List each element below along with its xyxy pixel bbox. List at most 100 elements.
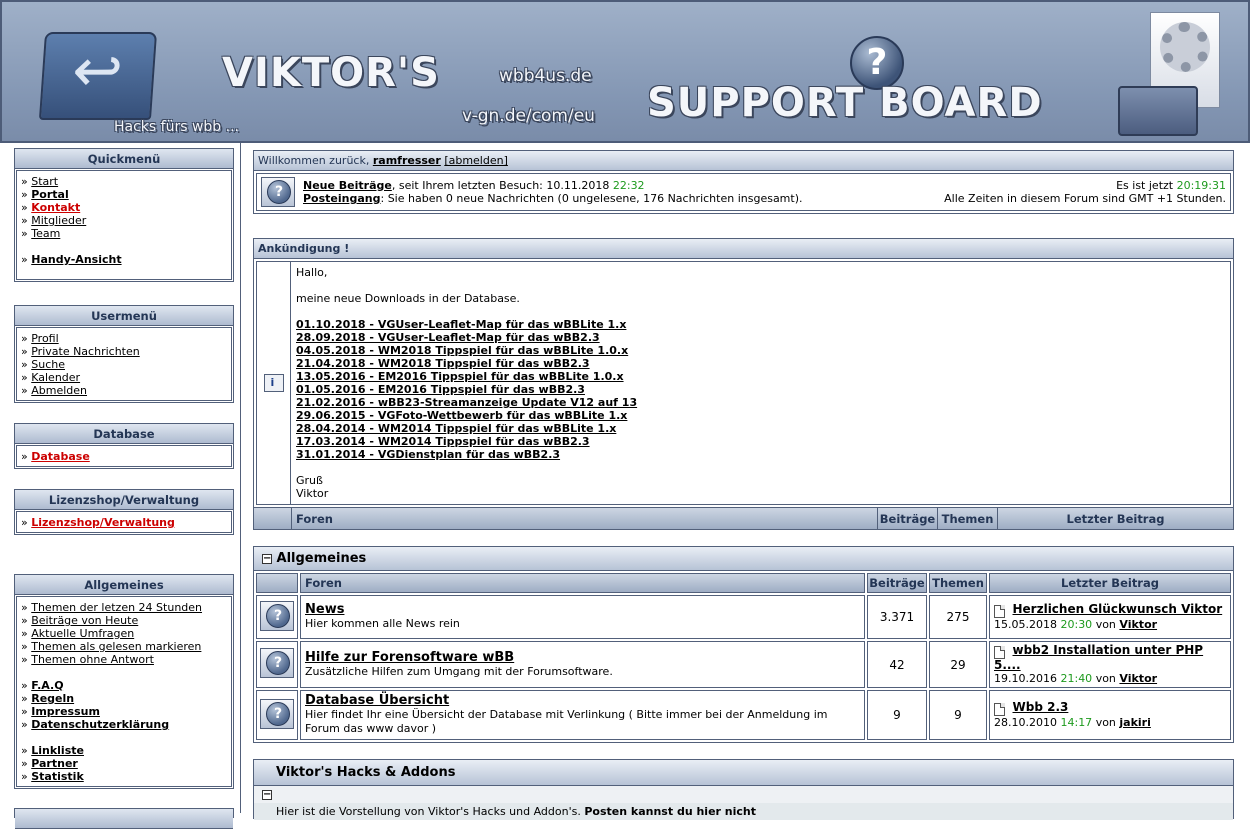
last-post-user[interactable]: Viktor bbox=[1119, 672, 1157, 685]
link-faq[interactable]: F.A.Q bbox=[31, 679, 63, 692]
toolbox-icon bbox=[1112, 12, 1232, 137]
database-link[interactable]: Database bbox=[31, 450, 90, 463]
main-content: Willkommen zurück, ramfresser [abmelden]… bbox=[240, 143, 1250, 820]
logo-support-board: SUPPORT BOARD bbox=[647, 80, 1043, 126]
username-link[interactable]: ramfresser bbox=[373, 154, 441, 167]
collapse-icon[interactable]: − bbox=[262, 790, 272, 800]
announcement-greeting: Gruß bbox=[296, 474, 323, 487]
quickmenu-handy-ansicht[interactable]: Handy-Ansicht bbox=[31, 253, 121, 266]
category-allgemeines: − Allgemeines Foren Beiträge Themen Letz… bbox=[253, 546, 1234, 743]
welcome-panel: Willkommen zurück, ramfresser [abmelden]… bbox=[253, 150, 1234, 214]
lizenzshop-box: Lizenzshop/Verwaltung » Lizenzshop/Verwa… bbox=[14, 489, 234, 535]
database-box: Database » Database bbox=[14, 423, 234, 469]
welcome-prefix: Willkommen zurück, bbox=[258, 154, 370, 167]
inbox-link[interactable]: Posteingang bbox=[303, 192, 381, 205]
last-post-link[interactable]: Herzlichen Glückwunsch Viktor bbox=[1013, 602, 1223, 616]
forum-database-link[interactable]: Database Übersicht bbox=[305, 694, 860, 708]
forum-desc: Hier findet Ihr eine Übersicht der Datab… bbox=[305, 708, 828, 735]
current-time-label: Es ist jetzt bbox=[1116, 179, 1174, 192]
link-impressum[interactable]: Impressum bbox=[31, 705, 100, 718]
link-aktuelle-umfragen[interactable]: Aktuelle Umfragen bbox=[31, 627, 134, 640]
inbox-text: : Sie haben 0 neue Nachrichten (0 ungele… bbox=[380, 192, 803, 205]
status-icon bbox=[261, 177, 295, 207]
new-posts-time: 22:32 bbox=[612, 179, 645, 192]
announcement-link-2[interactable]: 28.09.2018 - VGUser-Leaflet-Map für das … bbox=[296, 331, 1225, 344]
forum-hilfe-link[interactable]: Hilfe zur Forensoftware wBB bbox=[305, 650, 860, 665]
forum-icon bbox=[260, 648, 294, 678]
quickmenu-mitglieder[interactable]: Mitglieder bbox=[31, 214, 86, 227]
last-post-icon bbox=[994, 646, 1005, 659]
announcement-col-beitraege: Beiträge bbox=[878, 508, 938, 529]
link-gelesen-markieren[interactable]: Themen als gelesen markieren bbox=[31, 640, 201, 653]
announcement-link-5[interactable]: 13.05.2016 - EM2016 Tippspiel für das wB… bbox=[296, 370, 1225, 383]
col-letzter-beitrag: Letzter Beitrag bbox=[989, 573, 1231, 593]
announcement-link-11[interactable]: 31.01.2014 - VGDienstplan für das wBB2.3 bbox=[296, 448, 1225, 461]
link-statistik[interactable]: Statistik bbox=[31, 770, 84, 783]
forum-table: Foren Beiträge Themen Letzter Beitrag Ne… bbox=[254, 571, 1233, 742]
announcement-link-10[interactable]: 17.03.2014 - WM2014 Tippspiel für das wB… bbox=[296, 435, 1225, 448]
forum-posts: 42 bbox=[867, 641, 927, 688]
last-post-date: 15.05.2018 bbox=[994, 618, 1057, 631]
category-title: Allgemeines bbox=[276, 551, 367, 566]
usermenu-suche[interactable]: Suche bbox=[31, 358, 65, 371]
quickmenu-start[interactable]: Start bbox=[31, 175, 58, 188]
category-hacks-title: Viktor's Hacks & Addons bbox=[254, 760, 1233, 786]
last-post-icon bbox=[994, 605, 1005, 618]
col-themen: Themen bbox=[929, 573, 987, 593]
link-partner[interactable]: Partner bbox=[31, 757, 78, 770]
site-header: VIKTOR'S wbb4us.de v-gn.de/com/eu Hacks … bbox=[0, 0, 1250, 143]
logo-url-2: v-gn.de/com/eu bbox=[462, 106, 595, 126]
forum-desc: Zusätzliche Hilfen zum Umgang mit der Fo… bbox=[305, 664, 613, 678]
announcement-link-1[interactable]: 01.10.2018 - VGUser-Leaflet-Map für das … bbox=[296, 318, 1225, 331]
forum-news-link[interactable]: News bbox=[305, 603, 860, 617]
last-post-icon bbox=[994, 703, 1005, 716]
table-row: Database Übersicht Hier findet Ihr eine … bbox=[256, 690, 1231, 740]
usermenu-private-nachrichten[interactable]: Private Nachrichten bbox=[31, 345, 140, 358]
link-themen-24h[interactable]: Themen der letzen 24 Stunden bbox=[31, 601, 202, 614]
last-post-user[interactable]: jakiri bbox=[1119, 716, 1150, 729]
announcement-link-7[interactable]: 21.02.2016 - wBB23-Streamanzeige Update … bbox=[296, 396, 1225, 409]
announcement-link-3[interactable]: 04.05.2018 - WM2018 Tippspiel für das wB… bbox=[296, 344, 1225, 357]
announcement-intro: meine neue Downloads in der Database. bbox=[296, 292, 520, 305]
last-post-link[interactable]: Wbb 2.3 bbox=[1013, 700, 1069, 714]
last-post-date: 28.10.2010 bbox=[994, 716, 1057, 729]
announcement-link-8[interactable]: 29.06.2015 - VGFoto-Wettbewerb für das w… bbox=[296, 409, 1225, 422]
collapse-icon[interactable]: − bbox=[262, 553, 272, 564]
logo-title: VIKTOR'S bbox=[222, 50, 440, 96]
last-post-link[interactable]: wbb2 Installation unter PHP 5.... bbox=[994, 643, 1203, 672]
quickmenu-portal[interactable]: Portal bbox=[31, 188, 69, 201]
logo-url-1: wbb4us.de bbox=[499, 66, 592, 86]
last-post-by: von bbox=[1095, 618, 1116, 631]
link-beitraege-heute[interactable]: Beiträge von Heute bbox=[31, 614, 138, 627]
announcement-link-4[interactable]: 21.04.2018 - WM2018 Tippspiel für das wB… bbox=[296, 357, 1225, 370]
new-posts-link[interactable]: Neue Beiträge bbox=[303, 179, 392, 192]
usermenu-kalender[interactable]: Kalender bbox=[31, 371, 80, 384]
last-post-time: 14:17 bbox=[1060, 716, 1093, 729]
info-icon bbox=[263, 374, 284, 392]
link-datenschutz[interactable]: Datenschutzerklärung bbox=[31, 718, 169, 731]
usermenu-abmelden[interactable]: Abmelden bbox=[31, 384, 87, 397]
announcement-panel: Ankündigung ! Hallo, meine neue Download… bbox=[253, 238, 1234, 530]
logout-link[interactable]: [abmelden] bbox=[444, 154, 508, 167]
announcement-col-foren: Foren bbox=[292, 508, 878, 529]
link-linkliste[interactable]: Linkliste bbox=[31, 744, 84, 757]
database-title: Database bbox=[15, 424, 233, 444]
lizenzshop-link[interactable]: Lizenzshop/Verwaltung bbox=[31, 516, 175, 529]
last-post-time: 21:40 bbox=[1060, 672, 1093, 685]
category-hacks-desc: Hier ist die Vorstellung von Viktor's Ha… bbox=[276, 805, 581, 818]
category-hacks-desc-bold: Posten kannst du hier nicht bbox=[584, 805, 757, 818]
quickmenu-kontakt[interactable]: Kontakt bbox=[31, 201, 80, 214]
table-row: Hilfe zur Forensoftware wBB Zusätzliche … bbox=[256, 641, 1231, 688]
announcement-link-6[interactable]: 01.05.2016 - EM2016 Tippspiel für das wB… bbox=[296, 383, 1225, 396]
link-regeln[interactable]: Regeln bbox=[31, 692, 74, 705]
announcement-link-9[interactable]: 28.04.2014 - WM2014 Tippspiel für das wB… bbox=[296, 422, 1225, 435]
quickmenu-team[interactable]: Team bbox=[31, 227, 60, 240]
announcement-hello: Hallo, bbox=[296, 266, 328, 279]
sidebar-next-box bbox=[14, 808, 234, 829]
announcement-title: Ankündigung ! bbox=[254, 239, 1233, 259]
last-post-user[interactable]: Viktor bbox=[1119, 618, 1157, 631]
usermenu-profil[interactable]: Profil bbox=[31, 332, 58, 345]
logo-subtitle: Hacks fürs wbb ... bbox=[114, 119, 239, 135]
link-ohne-antwort[interactable]: Themen ohne Antwort bbox=[31, 653, 154, 666]
welcome-bar: Willkommen zurück, ramfresser [abmelden] bbox=[254, 151, 1233, 171]
